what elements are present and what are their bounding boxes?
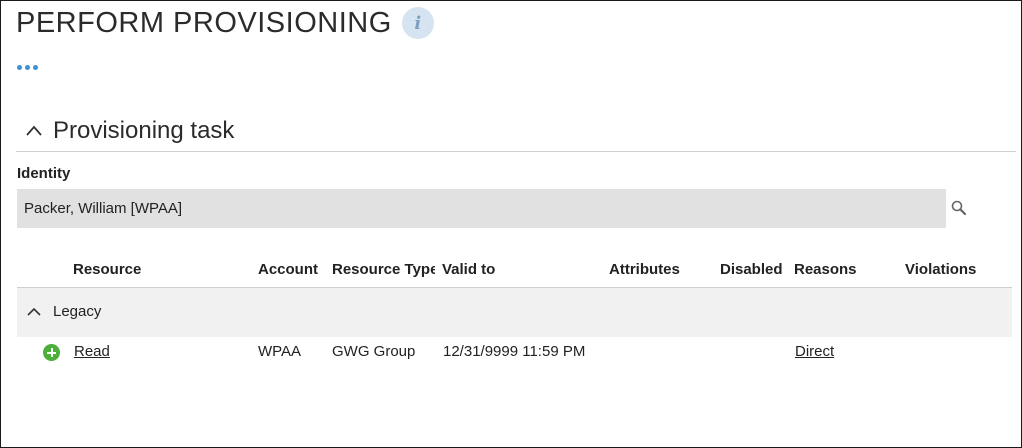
search-icon[interactable] xyxy=(950,199,968,217)
column-header-valid-to[interactable]: Valid to xyxy=(442,261,495,278)
provisioning-window: PERFORM PROVISIONING i Provisioning task… xyxy=(0,0,1022,448)
group-label: Legacy xyxy=(53,303,102,320)
chevron-up-icon[interactable] xyxy=(25,303,43,321)
column-header-violations[interactable]: Violations xyxy=(905,261,976,278)
column-header-reasons[interactable]: Reasons xyxy=(794,261,857,278)
page-title: PERFORM PROVISIONING xyxy=(16,7,392,39)
provisioning-task-section-header: Provisioning task xyxy=(16,113,1016,152)
more-dots-icon[interactable] xyxy=(17,65,38,70)
identity-label: Identity xyxy=(17,165,71,182)
account-cell: WPAA xyxy=(258,343,302,360)
table-row: Read WPAA GWG Group 12/31/9999 11:59 PM … xyxy=(17,337,1012,367)
page-header: PERFORM PROVISIONING i xyxy=(16,5,434,41)
column-header-resource-type[interactable]: Resource Type xyxy=(332,261,435,278)
column-header-disabled[interactable]: Disabled xyxy=(720,261,783,278)
info-icon[interactable]: i xyxy=(401,7,434,39)
valid-to-cell: 12/31/9999 11:59 PM xyxy=(443,343,586,360)
resource-link[interactable]: Read xyxy=(74,343,110,360)
table-header: Resource Account Resource Type Valid to … xyxy=(17,256,1012,288)
reasons-link[interactable]: Direct xyxy=(795,343,834,360)
column-header-attributes[interactable]: Attributes xyxy=(609,261,680,278)
column-header-account[interactable]: Account xyxy=(258,261,318,278)
group-row-legacy[interactable]: Legacy xyxy=(17,288,1012,337)
section-title: Provisioning task xyxy=(53,117,235,144)
column-header-resource[interactable]: Resource xyxy=(73,261,141,278)
resource-type-cell: GWG Group xyxy=(332,343,416,360)
identity-field[interactable]: Packer, William [WPAA] xyxy=(17,189,946,228)
add-circle-icon[interactable] xyxy=(43,344,60,361)
chevron-up-icon[interactable] xyxy=(24,121,44,141)
